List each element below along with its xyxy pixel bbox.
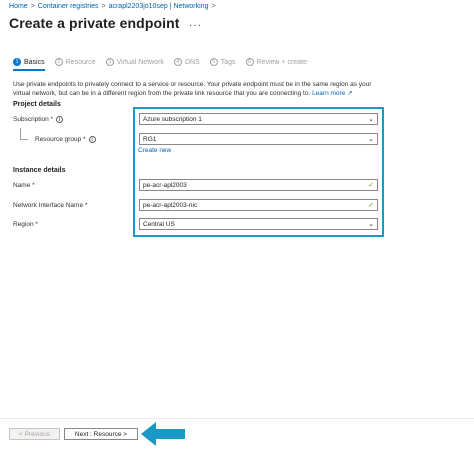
page-title: Create a private endpoint (9, 15, 180, 31)
name-value: pe-acr-apl2003 (143, 181, 187, 189)
tab-resource[interactable]: 2 Resource (54, 58, 96, 66)
tree-connector (20, 128, 28, 140)
tab-tags[interactable]: 5 Tags (209, 58, 236, 66)
subscription-select[interactable]: Azure subscription 1 ⌄ (139, 113, 378, 125)
tab-label: Tags (220, 58, 236, 66)
breadcrumb-separator: > (101, 3, 106, 10)
step-number-icon: 2 (54, 58, 63, 66)
breadcrumb-separator: > (211, 3, 216, 10)
chevron-down-icon: ⌄ (368, 221, 374, 228)
step-number-icon: 4 (173, 58, 182, 66)
info-icon[interactable]: i (88, 136, 96, 143)
nic-value: pe-acr-apl2003-nic (143, 201, 198, 209)
next-resource-button[interactable]: Next : Resource > (64, 428, 138, 440)
more-options-icon[interactable]: ... (189, 15, 202, 29)
external-link-icon: ↗ (347, 90, 353, 97)
region-select[interactable]: Central US ⌄ (139, 218, 378, 230)
tab-label: Virtual Network (116, 58, 164, 66)
tab-dns[interactable]: 4 DNS (173, 58, 200, 66)
name-input[interactable]: pe-acr-apl2003 ✓ (139, 179, 378, 191)
step-number-icon: 1 (13, 58, 21, 66)
breadcrumb-container-registries[interactable]: Container registries (38, 3, 99, 10)
tab-basics[interactable]: 1 Basics (13, 58, 45, 71)
chevron-down-icon: ⌄ (368, 136, 374, 143)
breadcrumb: Home > Container registries > acrapl2203… (9, 3, 216, 10)
tab-virtual-network[interactable]: 3 Virtual Network (105, 58, 164, 66)
learn-more-link[interactable]: Learn more ↗ (312, 90, 353, 97)
breadcrumb-separator: > (30, 3, 35, 10)
nic-name-input[interactable]: pe-acr-apl2003-nic ✓ (139, 199, 378, 211)
resource-group-value: RG1 (143, 135, 157, 143)
tab-label: Basics (24, 58, 45, 66)
nic-label: Network Interface Name * (13, 202, 88, 209)
step-number-icon: 5 (209, 58, 218, 66)
subscription-label: Subscription * i (13, 116, 64, 123)
info-icon[interactable]: i (56, 116, 64, 123)
region-label: Region * (13, 221, 38, 228)
breadcrumb-home[interactable]: Home (9, 3, 28, 10)
tab-label: DNS (184, 58, 200, 66)
name-label: Name * (13, 182, 35, 189)
step-number-icon: 3 (105, 58, 114, 66)
intro-description: Use private endpoints to privately conne… (13, 80, 373, 98)
tab-label: Review + create (256, 58, 307, 66)
resource-group-label: Resource group * i (35, 136, 96, 143)
tab-label: Resource (65, 58, 96, 66)
instance-details-heading: Instance details (13, 167, 66, 174)
pointer-arrow-icon (141, 422, 185, 446)
tab-review-create[interactable]: 6 Review + create (245, 58, 307, 66)
checkmark-icon: ✓ (368, 202, 374, 209)
region-value: Central US (143, 220, 175, 228)
step-number-icon: 6 (245, 58, 254, 66)
subscription-value: Azure subscription 1 (143, 115, 202, 123)
resource-group-select[interactable]: RG1 ⌄ (139, 133, 378, 145)
create-new-link[interactable]: Create new (138, 147, 171, 154)
checkmark-icon: ✓ (368, 182, 374, 189)
project-details-heading: Project details (13, 101, 61, 108)
chevron-down-icon: ⌄ (368, 116, 374, 123)
previous-button[interactable]: < Previous (9, 428, 60, 440)
wizard-tabs: 1 Basics 2 Resource 3 Virtual Network 4 … (13, 58, 317, 71)
breadcrumb-networking[interactable]: acrapl2203jo10sep | Networking (109, 3, 209, 10)
